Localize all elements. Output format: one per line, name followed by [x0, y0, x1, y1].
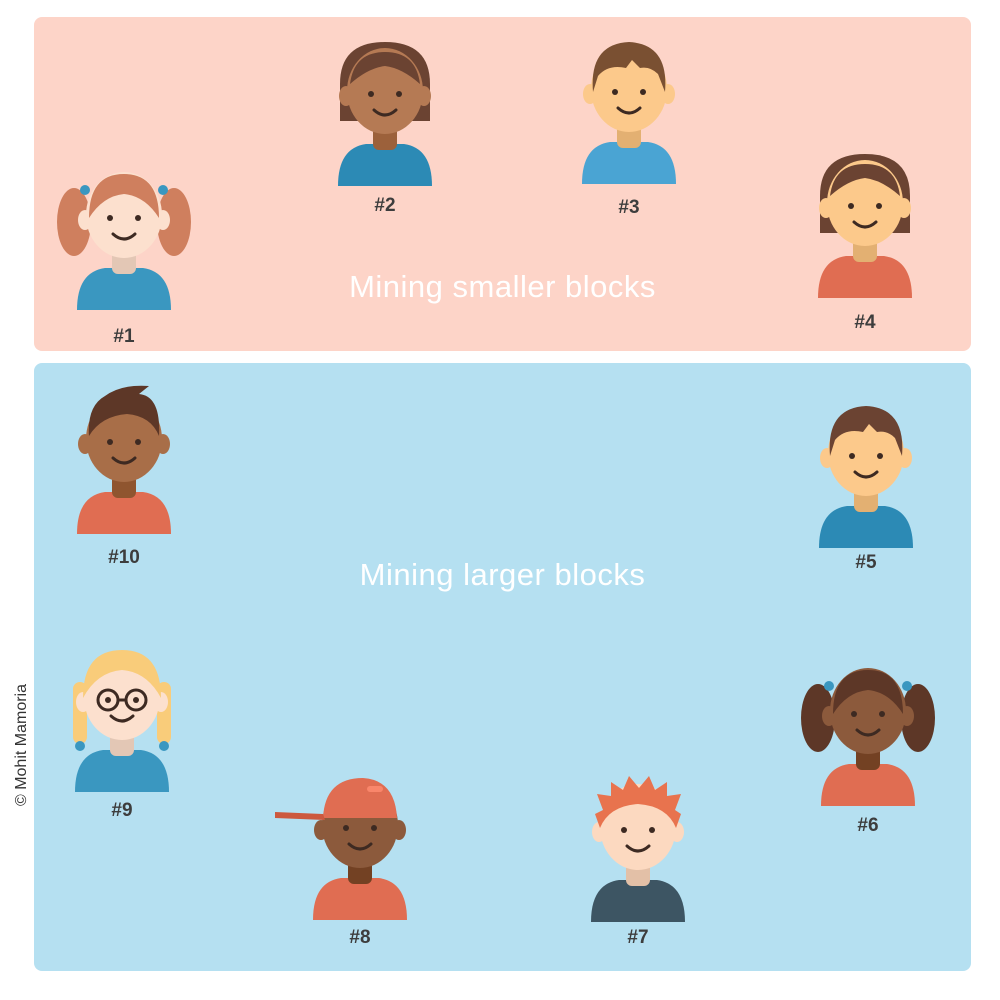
miner-2: #2	[310, 36, 460, 236]
miner-avatar-icon	[275, 778, 407, 920]
miner-9: #9	[47, 642, 197, 842]
miner-6: #6	[793, 656, 943, 856]
miner-3: #3	[554, 34, 704, 234]
copyright-credit: © Mohit Mamoria	[13, 683, 30, 807]
miner-label: #9	[111, 800, 133, 821]
miner-avatar-icon	[801, 668, 935, 806]
miner-10: #10	[49, 384, 199, 584]
miner-avatar-icon	[819, 406, 913, 548]
miner-avatar-icon	[338, 42, 432, 186]
miner-4: #4	[790, 148, 940, 348]
miner-avatar-icon	[582, 42, 676, 184]
miner-label: #8	[349, 927, 371, 948]
miner-label: #6	[857, 815, 879, 836]
miner-avatar-icon	[591, 776, 685, 922]
miner-5: #5	[791, 398, 941, 598]
miner-avatar-icon	[77, 385, 171, 534]
miner-7: #7	[563, 772, 713, 972]
miner-avatar-icon	[73, 650, 171, 792]
miner-1: #1	[49, 160, 199, 360]
miner-8: #8	[275, 770, 435, 970]
miner-label: #1	[113, 326, 135, 347]
miner-label: #7	[627, 927, 649, 948]
miner-label: #4	[854, 312, 876, 333]
miner-label: #2	[374, 195, 396, 216]
miner-label: #10	[108, 547, 140, 568]
miner-avatar-icon	[818, 154, 912, 298]
miner-avatar-icon	[57, 172, 191, 310]
miner-label: #5	[855, 552, 877, 573]
miner-label: #3	[618, 197, 640, 218]
